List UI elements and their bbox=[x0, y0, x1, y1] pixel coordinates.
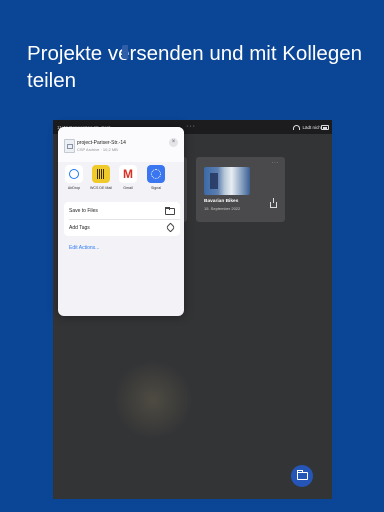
airdrop-icon bbox=[65, 165, 83, 183]
folder-import-icon bbox=[297, 470, 308, 480]
backdrop-glow bbox=[113, 360, 193, 440]
app-wcs-mail[interactable]: WCS DE Mail bbox=[89, 165, 113, 190]
import-button[interactable] bbox=[291, 465, 313, 487]
add-tags-action[interactable]: Add Tags bbox=[64, 219, 180, 236]
project-title: Bavarian Bikes bbox=[204, 199, 239, 204]
project-thumbnail bbox=[204, 167, 250, 195]
app-airdrop[interactable]: AirDrop bbox=[62, 165, 86, 190]
wcs-icon bbox=[92, 165, 110, 183]
share-apps-row: AirDrop WCS DE Mail M Gmail Signal bbox=[58, 165, 184, 205]
card-menu-icon[interactable]: ··· bbox=[272, 160, 280, 166]
folder-icon bbox=[165, 207, 175, 215]
headline: Projekte versenden und mit Kollegen teil… bbox=[27, 42, 363, 92]
file-name: project-Pariser-Str.-14 bbox=[77, 140, 126, 146]
edit-actions-link[interactable]: Edit Actions... bbox=[69, 245, 99, 251]
file-meta: CSP Archive · 10,2 MB bbox=[77, 147, 118, 152]
status-right: Lädt nicht bbox=[293, 125, 322, 131]
multitask-dots-icon[interactable]: ··· bbox=[186, 123, 196, 130]
signal-icon bbox=[147, 165, 165, 183]
tag-icon bbox=[165, 222, 176, 233]
more-apps-peek[interactable] bbox=[122, 45, 128, 59]
battery-icon bbox=[321, 125, 329, 130]
app-gmail[interactable]: M Gmail bbox=[116, 165, 140, 190]
file-icon bbox=[64, 139, 75, 153]
gmail-letter: M bbox=[123, 167, 133, 181]
project-date: 15. September 2022 bbox=[204, 206, 241, 211]
share-sheet: project-Pariser-Str.-14 CSP Archive · 10… bbox=[58, 127, 184, 316]
close-button[interactable]: × bbox=[169, 138, 178, 147]
action-group: Save to Files Add Tags bbox=[64, 202, 180, 236]
project-card[interactable]: ··· Bavarian Bikes 15. September 2022 bbox=[196, 157, 285, 222]
app-signal[interactable]: Signal bbox=[144, 165, 168, 190]
share-icon[interactable] bbox=[270, 198, 277, 208]
share-sheet-header: project-Pariser-Str.-14 CSP Archive · 10… bbox=[58, 127, 184, 162]
gmail-icon: M bbox=[119, 165, 137, 183]
save-to-files-action[interactable]: Save to Files bbox=[64, 202, 180, 220]
wifi-icon bbox=[293, 125, 301, 131]
